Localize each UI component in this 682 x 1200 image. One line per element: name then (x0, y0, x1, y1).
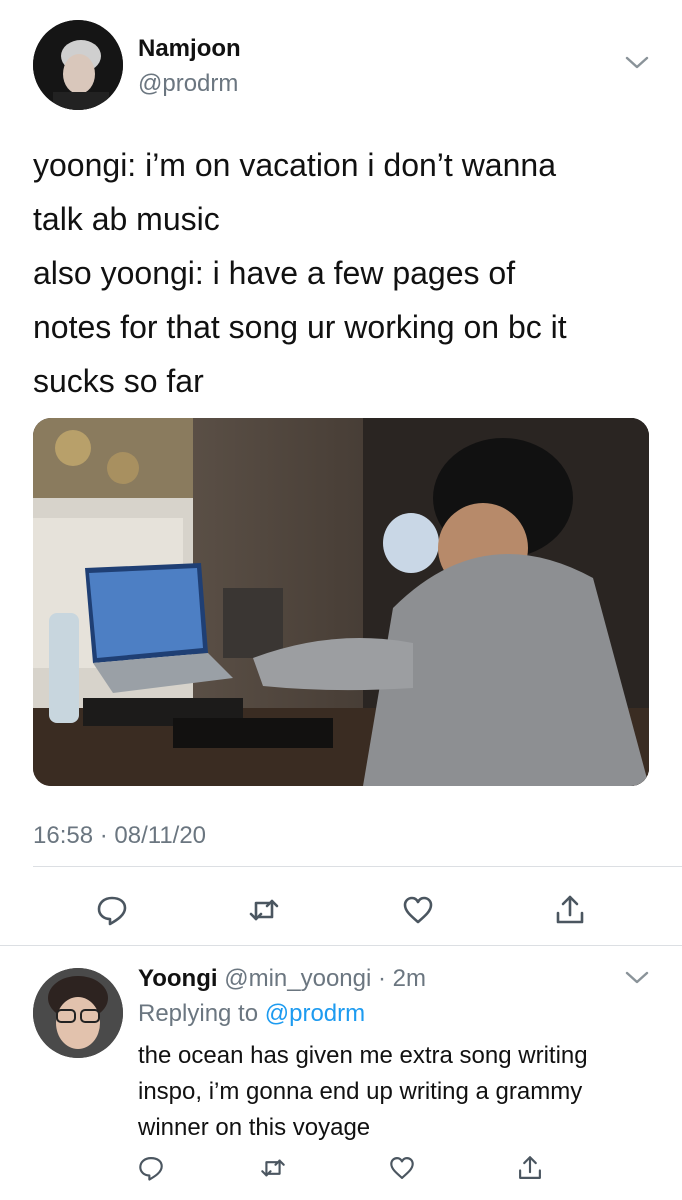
reply-icon[interactable] (95, 893, 129, 927)
avatar[interactable] (33, 968, 123, 1058)
timestamp[interactable]: 16:58 · 08/11/20 (33, 822, 206, 850)
tweet-text: yoongi: i’m on vacation i don’t wanna ta… (33, 147, 567, 399)
reply-text: the ocean has given me extra song writin… (138, 1042, 588, 1141)
handle[interactable]: @min_yoongi (224, 965, 371, 992)
chevron-down-icon[interactable] (624, 970, 650, 986)
handle[interactable]: @prodrm (138, 70, 238, 98)
retweet-icon[interactable] (259, 1154, 287, 1182)
share-icon[interactable] (553, 893, 587, 927)
divider (0, 945, 682, 946)
replying-prefix: Replying to (138, 1000, 265, 1027)
reply-icon[interactable] (137, 1154, 165, 1182)
like-icon[interactable] (388, 1154, 416, 1182)
display-name[interactable]: Yoongi (138, 965, 218, 992)
replying-to: Replying to @prodrm (138, 1000, 365, 1028)
reply-age: 2m (392, 965, 426, 992)
avatar[interactable] (33, 20, 123, 110)
share-icon[interactable] (516, 1154, 544, 1182)
mention-link[interactable]: @prodrm (265, 1000, 365, 1027)
chevron-down-icon[interactable] (624, 55, 650, 71)
like-icon[interactable] (401, 893, 435, 927)
display-name[interactable]: Namjoon (138, 35, 241, 63)
retweet-icon[interactable] (247, 893, 281, 927)
tweet-photo[interactable] (33, 418, 649, 786)
divider (33, 866, 682, 867)
reply-header: Yoongi @min_yoongi · 2m (138, 965, 426, 993)
separator: · (371, 965, 393, 992)
